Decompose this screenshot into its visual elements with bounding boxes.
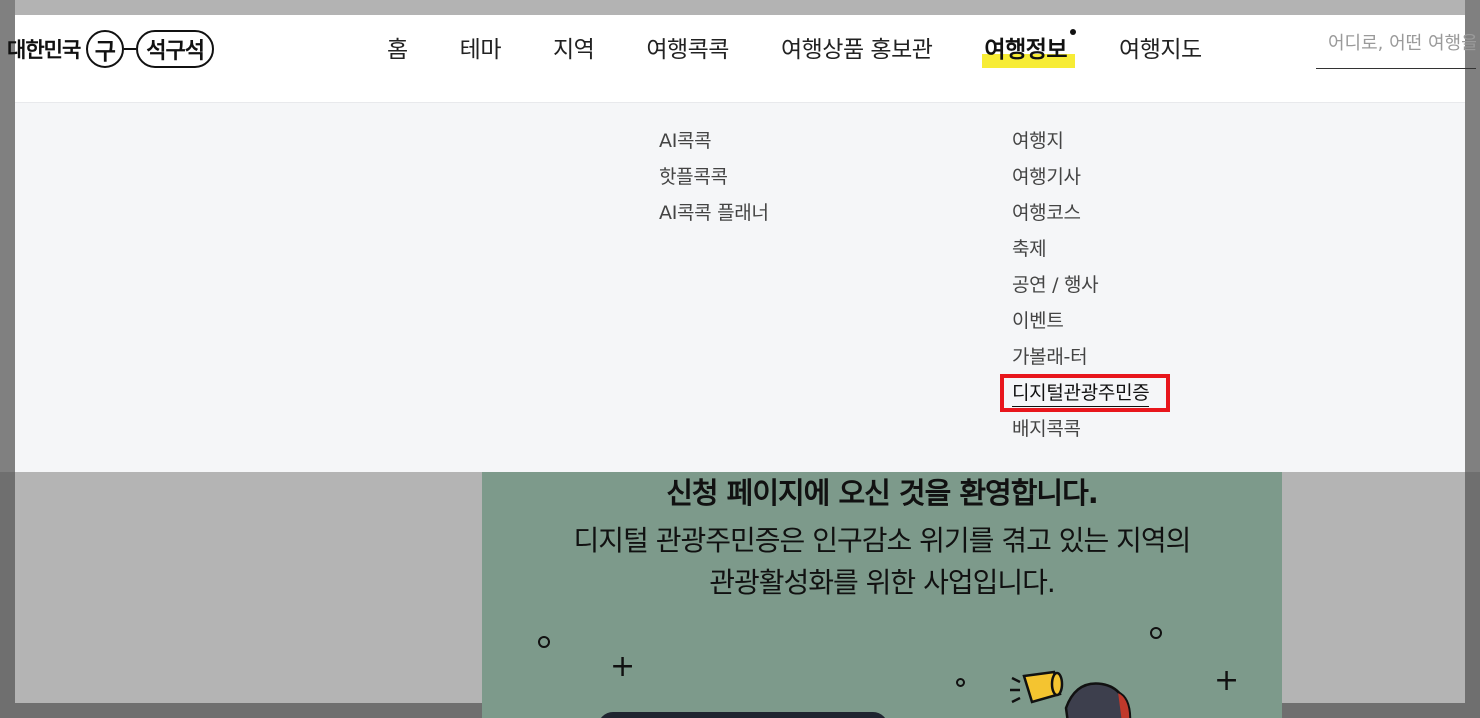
nav-item-travel-products[interactable]: 여행상품 홍보관: [781, 30, 933, 64]
banner-description: 디지털 관광주민증은 인구감소 위기를 겪고 있는 지역의 관광활성화를 위한 …: [482, 520, 1282, 604]
menu-item-ai-planner[interactable]: AI콕콕 플래너: [659, 195, 769, 231]
welcome-banner: 신청 페이지에 오신 것을 환영합니다. 디지털 관광주민증은 인구감소 위기를…: [482, 440, 1282, 718]
menu-item-badge-kokkok[interactable]: 배지콕콕: [1012, 411, 1149, 447]
nav-item-theme[interactable]: 테마: [460, 30, 502, 64]
circle-decoration-icon: [538, 636, 550, 648]
site-header: 대한민국 구 석구석 홈 테마 지역 여행콕콕 여행상품 홍보관 여행정보 여행…: [7, 15, 1476, 103]
main-nav: 홈 테마 지역 여행콕콕 여행상품 홍보관 여행정보 여행지도: [387, 29, 1254, 68]
nav-item-travel-info[interactable]: 여행정보: [982, 29, 1077, 68]
menu-item-gaboolae-ter[interactable]: 가볼래-터: [1012, 339, 1149, 375]
menu-item-digital-resident-card[interactable]: 디지털관광주민증: [1000, 374, 1170, 412]
nav-item-travel-kokkok[interactable]: 여행콕콕: [646, 30, 729, 64]
banner-apply-button[interactable]: [598, 712, 888, 718]
banner-line-2: 관광활성화를 위한 사업입니다.: [709, 566, 1056, 599]
mega-menu-dropdown: AI콕콕 핫플콕콕 AI콕콕 플래너 여행지 여행기사 여행코스 축제 공연 /…: [15, 103, 1465, 472]
menu-item-articles[interactable]: 여행기사: [1012, 159, 1149, 195]
menu-item-hotple-kokkok[interactable]: 핫플콕콕: [659, 159, 769, 195]
circle-decoration-icon: [956, 678, 965, 687]
plus-decoration-icon: +: [1214, 663, 1240, 698]
nav-item-region[interactable]: 지역: [553, 30, 595, 64]
logo-connector: [124, 48, 137, 50]
new-dot-icon: [1070, 29, 1077, 35]
menu-column-kokkok: AI콕콕 핫플콕콕 AI콕콕 플래너: [659, 123, 769, 231]
logo-text: 대한민국: [7, 38, 81, 62]
annotation-highlight-box: [1000, 374, 1170, 412]
mascot-megaphone-icon: [1010, 668, 1170, 718]
logo-pill: 석구석: [136, 30, 215, 68]
banner-title: 신청 페이지에 오신 것을 환영합니다.: [666, 476, 1099, 510]
nav-item-travel-map[interactable]: 여행지도: [1119, 30, 1202, 64]
menu-item-events[interactable]: 이벤트: [1012, 303, 1149, 339]
menu-item-performances[interactable]: 공연 / 행사: [1012, 267, 1149, 303]
browser-viewport: 신청 페이지에 오신 것을 환영합니다. 디지털 관광주민증은 인구감소 위기를…: [0, 0, 1480, 718]
site-logo[interactable]: 대한민국 구 석구석: [7, 27, 215, 71]
nav-item-home[interactable]: 홈: [387, 30, 408, 64]
plus-decoration-icon: +: [610, 649, 636, 684]
search-input[interactable]: [1316, 25, 1476, 61]
menu-item-courses[interactable]: 여행코스: [1012, 195, 1149, 231]
search-box: [1316, 25, 1476, 69]
logo-circle: 구: [86, 30, 125, 68]
circle-decoration-icon: [1150, 627, 1162, 639]
menu-item-destinations[interactable]: 여행지: [1012, 123, 1149, 159]
menu-item-ai-kokkok[interactable]: AI콕콕: [659, 123, 769, 159]
banner-line-1: 디지털 관광주민증은 인구감소 위기를 겪고 있는 지역의: [573, 524, 1192, 557]
menu-column-travel-info: 여행지 여행기사 여행코스 축제 공연 / 행사 이벤트 가볼래-터 디지털관광…: [1000, 123, 1170, 447]
menu-item-festivals[interactable]: 축제: [1012, 231, 1149, 267]
